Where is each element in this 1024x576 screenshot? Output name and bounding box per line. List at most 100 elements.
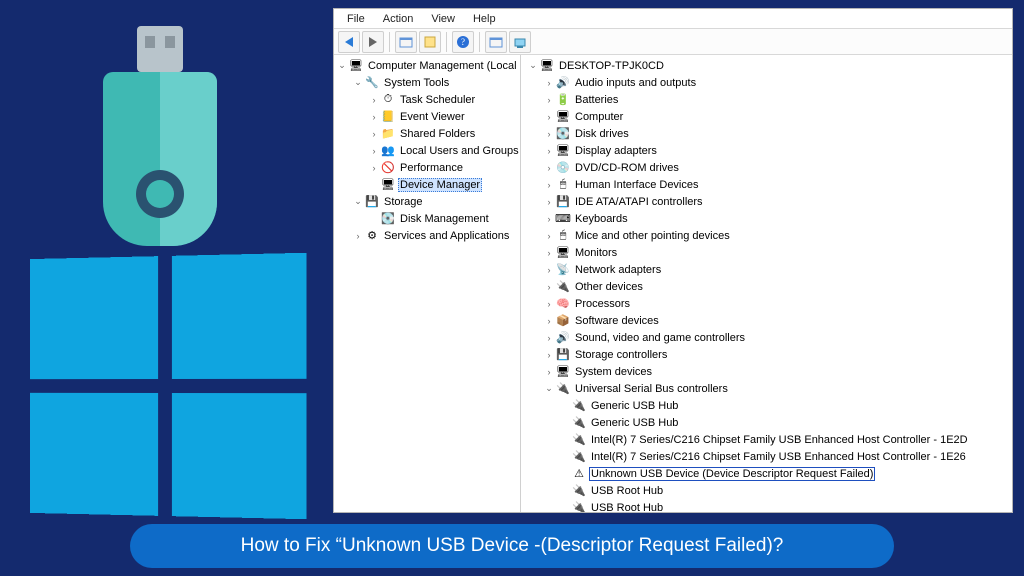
tree-item[interactable]: 🔌Intel(R) 7 Series/C216 Chipset Family U… — [521, 448, 1012, 465]
chevron-down-icon[interactable]: ⌄ — [352, 196, 364, 208]
tree-item[interactable]: ⚠Unknown USB Device (Device Descriptor R… — [521, 465, 1012, 482]
back-button[interactable] — [338, 31, 360, 53]
tree-item[interactable]: ⌄🔧System Tools — [334, 74, 520, 91]
node-icon: 💽 — [380, 212, 396, 226]
twist-empty — [559, 451, 571, 463]
node-label: Event Viewer — [398, 111, 467, 123]
chevron-right-icon[interactable]: › — [543, 264, 555, 276]
device-manager-window: File Action View Help ? ⌄🖥Computer Manag… — [333, 8, 1013, 513]
chevron-right-icon[interactable]: › — [543, 179, 555, 191]
tree-item[interactable]: ›🚫Performance — [334, 159, 520, 176]
tree-item[interactable]: ›🔊Audio inputs and outputs — [521, 74, 1012, 91]
tree-item[interactable]: ›🖥Monitors — [521, 244, 1012, 261]
chevron-right-icon[interactable]: › — [543, 196, 555, 208]
tree-item[interactable]: ›🔊Sound, video and game controllers — [521, 329, 1012, 346]
chevron-down-icon[interactable]: ⌄ — [543, 383, 555, 395]
tree-item[interactable]: 🔌USB Root Hub — [521, 499, 1012, 512]
tree-item[interactable]: ›💾IDE ATA/ATAPI controllers — [521, 193, 1012, 210]
chevron-right-icon[interactable]: › — [543, 247, 555, 259]
tree-item[interactable]: 🔌Generic USB Hub — [521, 414, 1012, 431]
tree-item[interactable]: ›🔌Other devices — [521, 278, 1012, 295]
menu-file[interactable]: File — [340, 12, 372, 26]
node-label: System Tools — [382, 77, 451, 89]
node-label: Generic USB Hub — [589, 400, 680, 412]
node-label: Unknown USB Device (Device Descriptor Re… — [589, 467, 875, 481]
chevron-right-icon[interactable]: › — [543, 213, 555, 225]
device-tree[interactable]: ⌄🖥DESKTOP-TPJK0CD›🔊Audio inputs and outp… — [521, 55, 1012, 512]
chevron-right-icon[interactable]: › — [543, 230, 555, 242]
tree-item[interactable]: 🔌Generic USB Hub — [521, 397, 1012, 414]
chevron-right-icon[interactable]: › — [368, 128, 380, 140]
chevron-right-icon[interactable]: › — [368, 145, 380, 157]
tree-item[interactable]: 🔌USB Root Hub — [521, 482, 1012, 499]
show-hide-tree-button[interactable] — [395, 31, 417, 53]
menu-view[interactable]: View — [424, 12, 462, 26]
tree-item[interactable]: ›🖱Mice and other pointing devices — [521, 227, 1012, 244]
chevron-right-icon[interactable]: › — [543, 111, 555, 123]
tree-item[interactable]: ›📒Event Viewer — [334, 108, 520, 125]
tree-item[interactable]: 💽Disk Management — [334, 210, 520, 227]
chevron-right-icon[interactable]: › — [543, 162, 555, 174]
node-icon: ⚙ — [364, 229, 380, 243]
chevron-right-icon[interactable]: › — [368, 162, 380, 174]
tree-item[interactable]: ›🖥Computer — [521, 108, 1012, 125]
menu-action[interactable]: Action — [376, 12, 421, 26]
node-icon: 📒 — [380, 110, 396, 124]
tree-item[interactable]: ⌄🖥DESKTOP-TPJK0CD — [521, 57, 1012, 74]
node-icon: 🔌 — [571, 450, 587, 464]
menu-help[interactable]: Help — [466, 12, 503, 26]
chevron-right-icon[interactable]: › — [543, 349, 555, 361]
tree-item[interactable]: ›⚙Services and Applications — [334, 227, 520, 244]
tree-item[interactable]: 🔌Intel(R) 7 Series/C216 Chipset Family U… — [521, 431, 1012, 448]
tree-item[interactable]: ›🧠Processors — [521, 295, 1012, 312]
properties-button[interactable] — [419, 31, 441, 53]
twist-empty — [559, 468, 571, 480]
node-label: Software devices — [573, 315, 661, 327]
tree-item[interactable]: ⌄🖥Computer Management (Local — [334, 57, 520, 74]
tree-item[interactable]: ›🔋Batteries — [521, 91, 1012, 108]
chevron-down-icon[interactable]: ⌄ — [336, 60, 348, 72]
tree-item[interactable]: 🖥Device Manager — [334, 176, 520, 193]
chevron-right-icon[interactable]: › — [352, 230, 364, 242]
tree-item[interactable]: ›📡Network adapters — [521, 261, 1012, 278]
update-drivers-button[interactable] — [485, 31, 507, 53]
chevron-right-icon[interactable]: › — [368, 94, 380, 106]
chevron-down-icon[interactable]: ⌄ — [352, 77, 364, 89]
tree-item[interactable]: ›💿DVD/CD-ROM drives — [521, 159, 1012, 176]
tree-item[interactable]: ›🖱Human Interface Devices — [521, 176, 1012, 193]
tree-item[interactable]: ›💽Disk drives — [521, 125, 1012, 142]
tree-item[interactable]: ⌄💾Storage — [334, 193, 520, 210]
menubar: File Action View Help — [334, 9, 1012, 29]
node-icon: 💿 — [555, 161, 571, 175]
twist-empty — [559, 502, 571, 513]
chevron-right-icon[interactable]: › — [543, 94, 555, 106]
chevron-down-icon[interactable]: ⌄ — [527, 60, 539, 72]
node-label: Intel(R) 7 Series/C216 Chipset Family US… — [589, 434, 970, 446]
chevron-right-icon[interactable]: › — [543, 315, 555, 327]
forward-button[interactable] — [362, 31, 384, 53]
help-button[interactable]: ? — [452, 31, 474, 53]
chevron-right-icon[interactable]: › — [543, 128, 555, 140]
tree-item[interactable]: ›📁Shared Folders — [334, 125, 520, 142]
tree-item[interactable]: ›⏱Task Scheduler — [334, 91, 520, 108]
chevron-right-icon[interactable]: › — [543, 281, 555, 293]
tree-item[interactable]: ›💾Storage controllers — [521, 346, 1012, 363]
console-tree[interactable]: ⌄🖥Computer Management (Local⌄🔧System Too… — [334, 55, 521, 512]
scan-hardware-button[interactable] — [509, 31, 531, 53]
toolbar: ? — [334, 29, 1012, 55]
chevron-right-icon[interactable]: › — [543, 366, 555, 378]
chevron-right-icon[interactable]: › — [543, 332, 555, 344]
chevron-right-icon[interactable]: › — [368, 111, 380, 123]
chevron-right-icon[interactable]: › — [543, 77, 555, 89]
tree-item[interactable]: ›🖥Display adapters — [521, 142, 1012, 159]
chevron-right-icon[interactable]: › — [543, 298, 555, 310]
node-label: IDE ATA/ATAPI controllers — [573, 196, 705, 208]
caption-text: How to Fix “Unknown USB Device -(Descrip… — [241, 535, 784, 557]
node-label: Task Scheduler — [398, 94, 477, 106]
tree-item[interactable]: ›⌨Keyboards — [521, 210, 1012, 227]
chevron-right-icon[interactable]: › — [543, 145, 555, 157]
tree-item[interactable]: ⌄🔌Universal Serial Bus controllers — [521, 380, 1012, 397]
tree-item[interactable]: ›🖥System devices — [521, 363, 1012, 380]
tree-item[interactable]: ›📦Software devices — [521, 312, 1012, 329]
tree-item[interactable]: ›👥Local Users and Groups — [334, 142, 520, 159]
